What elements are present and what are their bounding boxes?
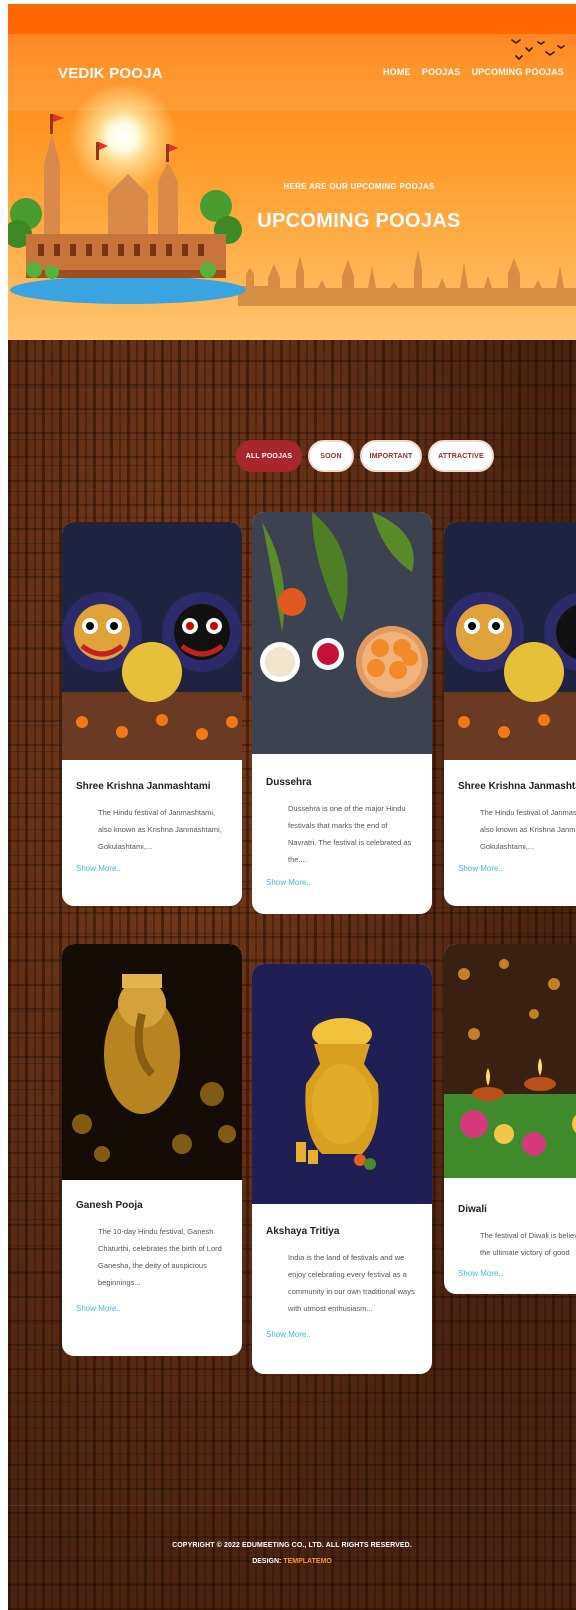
card-description: The festival of Diwali is believed to ma… <box>480 1231 576 1257</box>
templatemo-link[interactable]: TEMPLATEMO <box>283 1558 331 1565</box>
card-description: The Hindu festival of Janmashtami, also … <box>98 808 222 851</box>
temple-image <box>8 114 246 304</box>
filter-important[interactable]: IMPORTANT <box>360 440 422 472</box>
card-description: The Hindu festival of Janmashtami, also … <box>480 808 576 851</box>
diyas-image <box>444 944 576 1178</box>
city-skyline-image <box>238 250 576 306</box>
deities-image <box>62 522 242 760</box>
card-title: Dussehra <box>266 777 312 788</box>
pooja-card-dussehra[interactable]: Dussehra Dussehra is one of the major Hi… <box>252 512 432 914</box>
card-description: Dussehra is one of the major Hindu festi… <box>288 804 412 864</box>
pooja-card-janmashtami-2[interactable]: Shree Krishna Janmashtami The Hindu fest… <box>444 522 576 906</box>
card-title: Diwali <box>458 1204 487 1215</box>
nav-home[interactable]: HOME <box>383 67 411 77</box>
show-more-link[interactable]: Show More.. <box>266 878 311 887</box>
card-title: Akshaya Tritiya <box>266 1226 340 1237</box>
card-title: Ganesh Pooja <box>76 1200 143 1211</box>
deities-image <box>444 522 576 760</box>
site-logo[interactable]: VEDIK POOJA <box>58 65 163 82</box>
show-more-link[interactable]: Show More.. <box>458 1269 503 1278</box>
card-title: Shree Krishna Janmashtami <box>458 781 576 792</box>
hero-banner: VEDIK POOJA HOME POOJAS UPCOMING POOJAS … <box>8 4 576 340</box>
poojas-section: ALL POOJAS SOON IMPORTANT ATTRACTIVE Shr… <box>8 340 576 1610</box>
show-more-link[interactable]: Show More.. <box>458 864 503 873</box>
pooja-card-ganesh[interactable]: Ganesh Pooja The 10-day Hindu festival, … <box>62 944 242 1356</box>
show-more-link[interactable]: Show More.. <box>76 1304 121 1313</box>
ganesh-image <box>62 944 242 1180</box>
page: VEDIK POOJA HOME POOJAS UPCOMING POOJAS … <box>8 4 576 1610</box>
card-title: Shree Krishna Janmashtami <box>76 781 211 792</box>
kalash-image <box>252 964 432 1204</box>
card-description: The 10-day Hindu festival, Ganesh Chatur… <box>98 1227 222 1287</box>
show-more-link[interactable]: Show More.. <box>266 1330 311 1339</box>
nav-poojas[interactable]: POOJAS <box>422 67 461 77</box>
show-more-link[interactable]: Show More.. <box>76 864 121 873</box>
hero-title: UPCOMING POOJAS <box>257 210 461 232</box>
filter-bar: ALL POOJAS SOON IMPORTANT ATTRACTIVE <box>236 440 494 472</box>
filter-attractive[interactable]: ATTRACTIVE <box>428 440 494 472</box>
sweets-image <box>252 512 432 754</box>
filter-all-poojas[interactable]: ALL POOJAS <box>236 440 302 472</box>
birds-icon <box>511 39 565 61</box>
footer-copyright: COPYRIGHT © 2022 EDUMEETING CO., LTD. AL… <box>172 1542 412 1549</box>
pooja-card-diwali[interactable]: Diwali The festival of Diwali is believe… <box>444 944 576 1294</box>
footer-divider <box>8 1505 576 1506</box>
footer-design-credit: DESIGN: TEMPLATEMO <box>252 1558 332 1565</box>
card-description: India is the land of festivals and we en… <box>288 1253 415 1313</box>
pooja-card-akshaya-tritiya[interactable]: Akshaya Tritiya India is the land of fes… <box>252 964 432 1374</box>
filter-soon[interactable]: SOON <box>308 440 354 472</box>
hero-subtitle: HERE ARE OUR UPCOMING POOJAS <box>283 182 435 191</box>
pooja-card-janmashtami[interactable]: Shree Krishna Janmashtami The Hindu fest… <box>62 522 242 906</box>
